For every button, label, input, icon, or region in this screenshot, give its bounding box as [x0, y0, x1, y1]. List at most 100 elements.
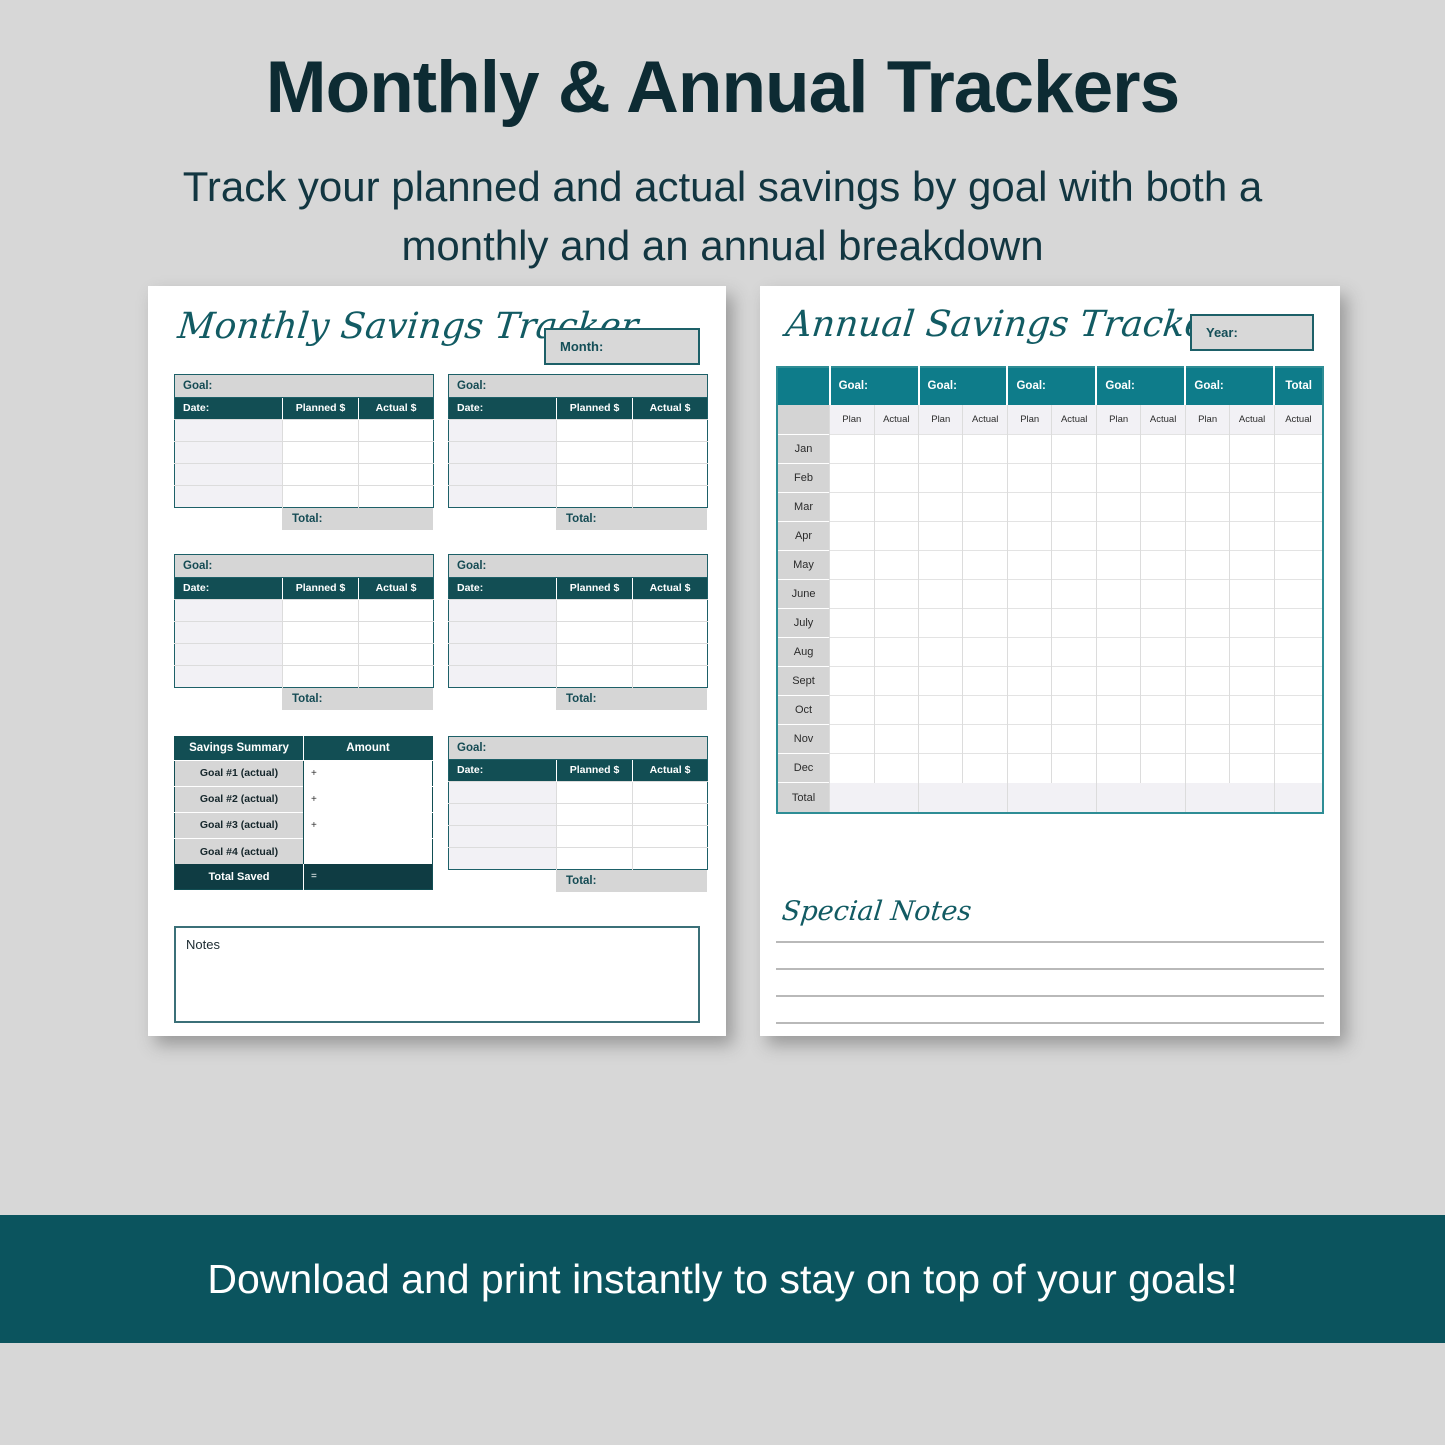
goal-planned-cell[interactable]	[556, 440, 633, 464]
goal-date-cell[interactable]	[174, 598, 283, 622]
annual-entry-cell[interactable]	[962, 695, 1008, 725]
goal-entry-row[interactable]	[174, 418, 434, 442]
goal-planned-cell[interactable]	[556, 484, 633, 508]
annual-entry-cell[interactable]	[1006, 579, 1052, 609]
annual-entry-cell[interactable]	[962, 434, 1008, 464]
annual-entry-cell[interactable]	[829, 695, 875, 725]
goal-entry-row[interactable]	[174, 620, 434, 644]
annual-entry-cell[interactable]	[1051, 695, 1097, 725]
annual-goal-total-cell[interactable]	[918, 782, 1008, 813]
goal-entry-row[interactable]	[448, 846, 708, 870]
goal-planned-cell[interactable]	[556, 824, 633, 848]
annual-entry-cell[interactable]	[918, 637, 963, 667]
annual-entry-cell[interactable]	[829, 521, 875, 551]
annual-entry-cell[interactable]	[1140, 492, 1186, 522]
annual-entry-cell[interactable]	[1006, 608, 1052, 638]
annual-entry-cell[interactable]	[1006, 434, 1052, 464]
special-notes-line[interactable]	[776, 994, 1324, 997]
goal-actual-cell[interactable]	[632, 440, 708, 464]
annual-total-cell[interactable]	[1273, 608, 1323, 638]
goal-total-row[interactable]: Total:	[556, 507, 707, 530]
annual-entry-cell[interactable]	[873, 550, 919, 580]
annual-entry-cell[interactable]	[1140, 608, 1186, 638]
goal-entry-row[interactable]	[174, 440, 434, 464]
annual-entry-cell[interactable]	[1051, 608, 1097, 638]
annual-entry-cell[interactable]	[1229, 434, 1275, 464]
goal-planned-cell[interactable]	[282, 664, 359, 688]
annual-goal-total-cell[interactable]	[1184, 782, 1275, 813]
annual-entry-cell[interactable]	[1229, 666, 1275, 696]
annual-entry-cell[interactable]	[873, 608, 919, 638]
annual-entry-cell[interactable]	[1095, 579, 1141, 609]
annual-entry-cell[interactable]	[829, 666, 875, 696]
goal-entry-row[interactable]	[174, 664, 434, 688]
goal-total-row[interactable]: Total:	[282, 687, 433, 710]
annual-entry-cell[interactable]	[1095, 724, 1141, 754]
annual-entry-cell[interactable]	[1095, 608, 1141, 638]
annual-entry-cell[interactable]	[873, 463, 919, 493]
annual-entry-cell[interactable]	[918, 695, 963, 725]
goal-actual-cell[interactable]	[358, 664, 434, 688]
goal-date-cell[interactable]	[174, 664, 283, 688]
annual-entry-cell[interactable]	[1051, 724, 1097, 754]
goal-actual-cell[interactable]	[358, 484, 434, 508]
annual-total-cell[interactable]	[1273, 579, 1323, 609]
annual-entry-cell[interactable]	[1006, 753, 1052, 783]
goal-entry-row[interactable]	[448, 418, 708, 442]
notes-box[interactable]: Notes	[174, 925, 700, 1023]
goal-actual-cell[interactable]	[358, 462, 434, 486]
annual-entry-cell[interactable]	[1051, 434, 1097, 464]
goal-date-cell[interactable]	[174, 484, 283, 508]
goal-label[interactable]: Goal:	[174, 554, 434, 578]
goal-total-row[interactable]: Total:	[556, 687, 707, 710]
goal-planned-cell[interactable]	[556, 802, 633, 826]
annual-entry-cell[interactable]	[1184, 550, 1230, 580]
goal-date-cell[interactable]	[448, 484, 557, 508]
goal-actual-cell[interactable]	[632, 824, 708, 848]
goal-entry-row[interactable]	[448, 664, 708, 688]
goal-entry-row[interactable]	[174, 484, 434, 508]
annual-entry-cell[interactable]	[829, 724, 875, 754]
annual-entry-cell[interactable]	[1140, 579, 1186, 609]
annual-entry-cell[interactable]	[918, 753, 963, 783]
annual-entry-cell[interactable]	[1140, 637, 1186, 667]
goal-actual-cell[interactable]	[358, 440, 434, 464]
annual-entry-cell[interactable]	[1140, 521, 1186, 551]
annual-entry-cell[interactable]	[873, 753, 919, 783]
annual-entry-cell[interactable]	[918, 521, 963, 551]
annual-entry-cell[interactable]	[829, 463, 875, 493]
special-notes-line[interactable]	[776, 967, 1324, 970]
goal-actual-cell[interactable]	[358, 598, 434, 622]
goal-planned-cell[interactable]	[556, 462, 633, 486]
annual-entry-cell[interactable]	[1006, 463, 1052, 493]
goal-actual-cell[interactable]	[358, 620, 434, 644]
annual-entry-cell[interactable]	[829, 637, 875, 667]
annual-entry-cell[interactable]	[962, 608, 1008, 638]
summary-row-amount[interactable]: +	[303, 785, 433, 813]
annual-entry-cell[interactable]	[918, 550, 963, 580]
goal-planned-cell[interactable]	[556, 780, 633, 804]
summary-row-amount[interactable]	[303, 837, 433, 865]
annual-goal-total-cell[interactable]	[1095, 782, 1186, 813]
goal-planned-cell[interactable]	[282, 484, 359, 508]
goal-planned-cell[interactable]	[282, 462, 359, 486]
goal-entry-row[interactable]	[448, 484, 708, 508]
annual-entry-cell[interactable]	[1006, 637, 1052, 667]
annual-entry-cell[interactable]	[1095, 550, 1141, 580]
annual-total-cell[interactable]	[1273, 492, 1323, 522]
goal-date-cell[interactable]	[448, 846, 557, 870]
annual-entry-cell[interactable]	[829, 492, 875, 522]
annual-entry-cell[interactable]	[873, 434, 919, 464]
goal-entry-row[interactable]	[448, 642, 708, 666]
annual-entry-cell[interactable]	[1184, 434, 1230, 464]
annual-entry-cell[interactable]	[873, 637, 919, 667]
goal-entry-row[interactable]	[448, 620, 708, 644]
annual-entry-cell[interactable]	[1229, 463, 1275, 493]
goal-actual-cell[interactable]	[632, 664, 708, 688]
annual-entry-cell[interactable]	[1229, 521, 1275, 551]
annual-entry-cell[interactable]	[873, 492, 919, 522]
goal-actual-cell[interactable]	[632, 642, 708, 666]
goal-date-cell[interactable]	[448, 664, 557, 688]
goal-date-cell[interactable]	[174, 620, 283, 644]
annual-entry-cell[interactable]	[918, 434, 963, 464]
